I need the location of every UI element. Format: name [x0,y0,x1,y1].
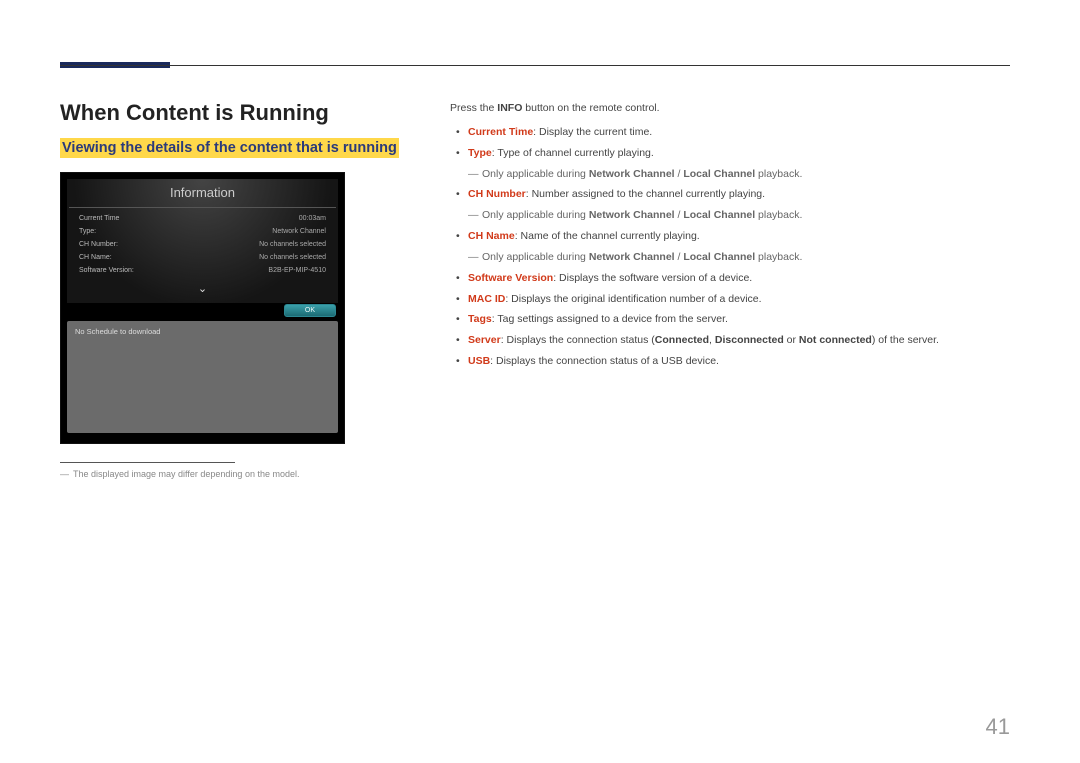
header-rule [60,65,1010,66]
bullet: Software Version: Displays the software … [450,270,1010,288]
bullet-label: USB [468,355,490,367]
caption-text: The displayed image may differ depending… [73,469,299,479]
bullet-label: CH Name [468,230,515,242]
bullet: Current Time: Display the current time. [450,124,1010,142]
sub-bullet: Only applicable during Network Channel /… [450,249,1010,267]
bullet-label: Current Time [468,126,533,138]
info-row-label: Current Time [79,215,119,222]
caption-dash-icon: ― [60,469,69,479]
bullet: MAC ID: Displays the original identifica… [450,291,1010,309]
info-row-value: No channels selected [259,241,326,248]
bullet: Server: Displays the connection status (… [450,332,1010,350]
info-panel: Information Current Time 00:03am Type: Netw… [67,179,338,303]
page-number: 41 [986,714,1010,740]
caption-rule [60,462,235,463]
intro-post: button on the remote control. [522,102,659,114]
intro-line: Press the INFO button on the remote cont… [450,100,1010,118]
bullet-list: Current Time: Display the current time. T… [450,124,1010,371]
device-screenshot: Information Current Time 00:03am Type: Netw… [60,172,345,444]
info-row-value: No channels selected [259,254,326,261]
chevron-down-icon: ⌄ [69,281,336,297]
info-row-label: Type: [79,228,96,235]
bullet-label: Software Version [468,272,553,284]
bullet: Tags: Tag settings assigned to a device … [450,311,1010,329]
info-row-label: CH Number: [79,241,118,248]
heading-secondary: Viewing the details of the content that … [62,140,397,156]
bullet-label: Tags [468,313,492,325]
info-rows: Current Time 00:03am Type: Network Channel C… [69,207,336,279]
sub-bullet: Only applicable during Network Channel /… [450,207,1010,225]
bullet-label: Server [468,334,501,346]
bullet-label: CH Number [468,188,526,200]
intro-bold: INFO [497,102,522,114]
sub-bullet: Only applicable during Network Channel /… [450,166,1010,184]
page-content: When Content is Running Viewing the deta… [0,0,1080,509]
info-panel-title: Information [69,181,336,207]
right-column: Press the INFO button on the remote cont… [450,100,1010,479]
info-row-value: 00:03am [299,215,326,222]
info-row-label: CH Name: [79,254,112,261]
info-row: Software Version: B2B-EP-MIP-4510 [79,264,326,277]
ok-button-row: OK [67,304,338,317]
heading-primary: When Content is Running [60,100,410,126]
heading-secondary-highlight: Viewing the details of the content that … [60,138,399,158]
info-row: CH Name: No channels selected [79,251,326,264]
schedule-message: No Schedule to download [75,327,330,336]
intro-pre: Press the [450,102,497,114]
bullet: USB: Displays the connection status of a… [450,353,1010,371]
left-column: When Content is Running Viewing the deta… [60,100,410,479]
bullet: CH Name: Name of the channel currently p… [450,228,1010,246]
info-row: CH Number: No channels selected [79,238,326,251]
bullet-label: MAC ID [468,293,505,305]
caption-note: ― The displayed image may differ dependin… [60,469,410,479]
info-row-value: B2B-EP-MIP-4510 [268,267,326,274]
ok-button[interactable]: OK [284,304,336,317]
schedule-panel: No Schedule to download [67,321,338,433]
info-row-value: Network Channel [272,228,326,235]
info-row: Type: Network Channel [79,225,326,238]
bullet: CH Number: Number assigned to the channe… [450,186,1010,204]
info-row-label: Software Version: [79,267,134,274]
bullet-label: Type [468,147,492,159]
info-row: Current Time 00:03am [79,212,326,225]
bullet: Type: Type of channel currently playing. [450,145,1010,163]
